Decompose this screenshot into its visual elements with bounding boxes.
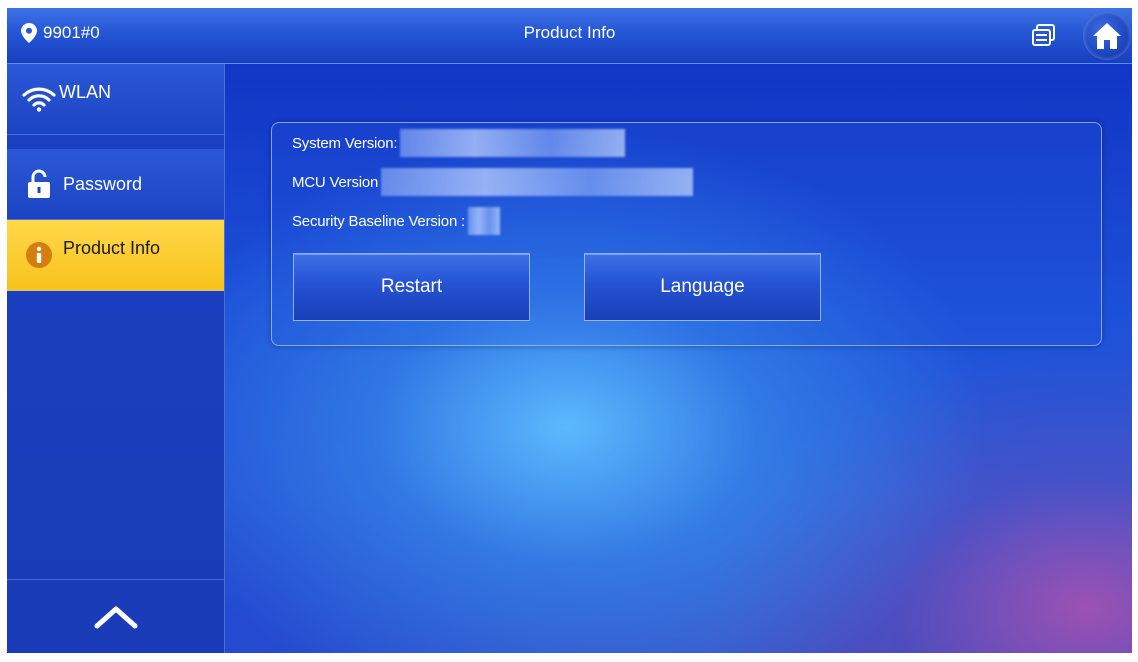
top-bar: 9901#0 Product Info bbox=[7, 8, 1132, 64]
sidebar: WLAN Password Product Info bbox=[7, 64, 225, 653]
home-icon bbox=[1093, 23, 1121, 49]
restart-button[interactable]: Restart bbox=[293, 253, 530, 321]
sidebar-item-label: Product Info bbox=[63, 237, 161, 258]
chevron-up-icon bbox=[94, 606, 137, 629]
redacted-value bbox=[400, 129, 626, 157]
mcu-version-label: MCU Version bbox=[292, 173, 379, 191]
sidebar-item-product-info[interactable]: Product Info bbox=[7, 220, 224, 291]
sidebar-item-label: Password bbox=[63, 173, 143, 194]
scroll-up-button[interactable] bbox=[7, 579, 224, 653]
system-version-row: System Version: bbox=[292, 129, 626, 157]
redacted-value bbox=[381, 168, 694, 196]
sidebar-item-wlan[interactable]: WLAN bbox=[7, 64, 224, 135]
sidebar-item-password[interactable]: Password bbox=[7, 149, 224, 220]
info-icon bbox=[15, 241, 63, 269]
mcu-version-row: MCU Version bbox=[292, 168, 694, 196]
page-title: Product Info bbox=[523, 23, 616, 42]
home-button[interactable] bbox=[1083, 12, 1131, 60]
device-screen: 9901#0 Product Info WLAN Password Produc… bbox=[7, 8, 1132, 653]
message-list-icon[interactable] bbox=[1031, 23, 1057, 49]
language-button[interactable]: Language bbox=[584, 253, 821, 321]
system-version-label: System Version: bbox=[292, 134, 398, 152]
product-info-panel: System Version: MCU Version Security Bas… bbox=[271, 122, 1102, 346]
lock-icon bbox=[15, 169, 63, 199]
security-baseline-row: Security Baseline Version : bbox=[292, 207, 501, 235]
redacted-value bbox=[468, 207, 501, 235]
sidebar-item-label: WLAN bbox=[59, 81, 112, 102]
security-baseline-label: Security Baseline Version : bbox=[292, 212, 466, 230]
wifi-icon bbox=[15, 86, 63, 112]
